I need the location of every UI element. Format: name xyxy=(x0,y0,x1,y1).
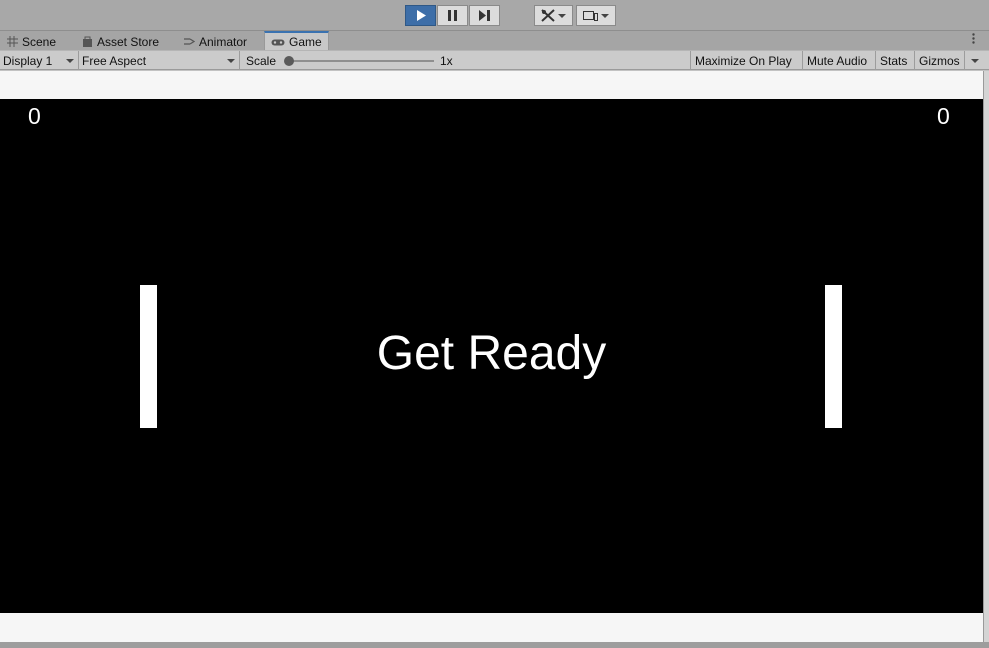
tools-icon xyxy=(541,9,555,22)
scale-label: Scale xyxy=(246,53,277,68)
tools-dropdown[interactable] xyxy=(534,5,573,26)
viewport-letterbox-top xyxy=(0,71,983,99)
scale-value: 1x xyxy=(440,53,453,68)
tab-label: Animator xyxy=(199,34,248,49)
chevron-down-icon xyxy=(601,13,609,18)
aspect-label: Free Aspect xyxy=(82,53,147,68)
gizmos-dropdown[interactable] xyxy=(964,51,984,70)
tab-label: Game xyxy=(289,35,322,49)
step-icon xyxy=(479,10,490,21)
get-ready-message: Get Ready xyxy=(376,327,607,380)
animator-icon xyxy=(184,38,195,45)
device-icon xyxy=(583,10,598,21)
tab-asset-store[interactable]: Asset Store xyxy=(82,33,159,50)
chevron-down-icon xyxy=(558,13,566,18)
panel-bottom-edge xyxy=(0,642,989,648)
play-icon xyxy=(416,10,426,21)
scale-slider-handle[interactable] xyxy=(284,56,294,66)
mute-audio-toggle[interactable]: Mute Audio xyxy=(802,51,871,70)
step-button[interactable] xyxy=(469,5,500,26)
game-viewport[interactable]: 0 0 Get Ready xyxy=(0,99,983,613)
left-score: 0 xyxy=(28,103,41,129)
pause-button[interactable] xyxy=(437,5,468,26)
pause-icon xyxy=(448,10,457,21)
grid-icon xyxy=(7,36,18,47)
display-label: Display 1 xyxy=(3,53,53,68)
scale-slider-track[interactable] xyxy=(290,60,434,62)
tab-label: Scene xyxy=(22,34,57,49)
right-score: 0 xyxy=(937,103,950,129)
play-button[interactable] xyxy=(405,5,436,26)
chevron-down-icon xyxy=(66,58,74,63)
display-dropdown[interactable]: Display 1 xyxy=(0,51,79,70)
stats-toggle[interactable]: Stats xyxy=(875,51,911,70)
tab-game[interactable]: Game xyxy=(264,31,329,51)
aspect-dropdown[interactable]: Free Aspect xyxy=(79,51,240,70)
chevron-down-icon xyxy=(227,58,235,63)
maximize-on-play-toggle[interactable]: Maximize On Play xyxy=(690,51,796,70)
playmode-controls xyxy=(405,5,501,26)
gizmos-toggle[interactable]: Gizmos xyxy=(914,51,964,70)
bag-icon xyxy=(83,36,92,47)
gamepad-icon xyxy=(271,39,285,45)
game-view-toolbar: Display 1 Free Aspect Scale 1x Maximize … xyxy=(0,50,989,70)
device-dropdown[interactable] xyxy=(576,5,616,26)
main-toolbar xyxy=(0,0,989,31)
viewport-letterbox-bottom xyxy=(0,613,983,642)
tab-scene[interactable]: Scene xyxy=(7,33,56,50)
tab-bar: Scene Asset Store Animator Game xyxy=(0,31,989,51)
more-options-icon[interactable] xyxy=(972,33,975,44)
panel-edge xyxy=(983,71,989,642)
tab-label: Asset Store xyxy=(97,34,160,49)
chevron-down-icon xyxy=(970,58,979,63)
editor-tools xyxy=(534,5,619,26)
tab-animator[interactable]: Animator xyxy=(184,33,247,50)
